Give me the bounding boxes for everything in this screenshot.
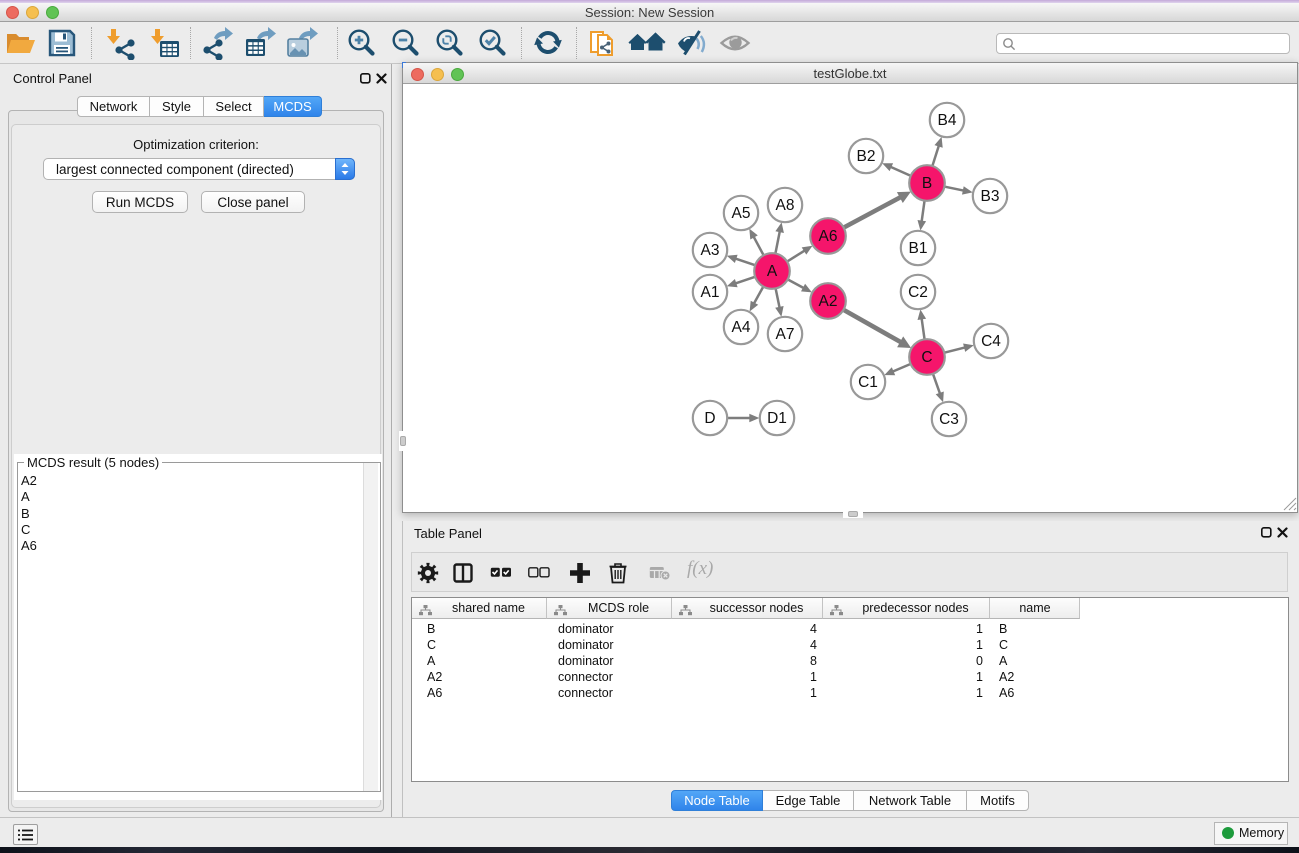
svg-text:A2: A2 <box>819 293 838 310</box>
svg-text:A: A <box>767 263 778 280</box>
svg-text:B2: B2 <box>857 148 876 165</box>
svg-text:A7: A7 <box>776 326 795 343</box>
svg-text:A6: A6 <box>819 228 838 245</box>
svg-text:B3: B3 <box>981 188 1000 205</box>
svg-text:C2: C2 <box>908 284 928 301</box>
svg-text:D1: D1 <box>767 410 787 427</box>
svg-text:A3: A3 <box>701 242 720 259</box>
svg-text:A1: A1 <box>701 284 720 301</box>
svg-text:C3: C3 <box>939 411 959 428</box>
svg-text:B1: B1 <box>909 240 928 257</box>
svg-text:A4: A4 <box>732 319 751 336</box>
svg-text:C: C <box>921 349 932 366</box>
svg-text:A8: A8 <box>776 197 795 214</box>
svg-text:D: D <box>704 410 715 427</box>
svg-text:C4: C4 <box>981 333 1001 350</box>
svg-text:B4: B4 <box>938 112 957 129</box>
svg-text:A5: A5 <box>732 205 751 222</box>
svg-text:B: B <box>922 175 932 192</box>
svg-text:C1: C1 <box>858 374 878 391</box>
